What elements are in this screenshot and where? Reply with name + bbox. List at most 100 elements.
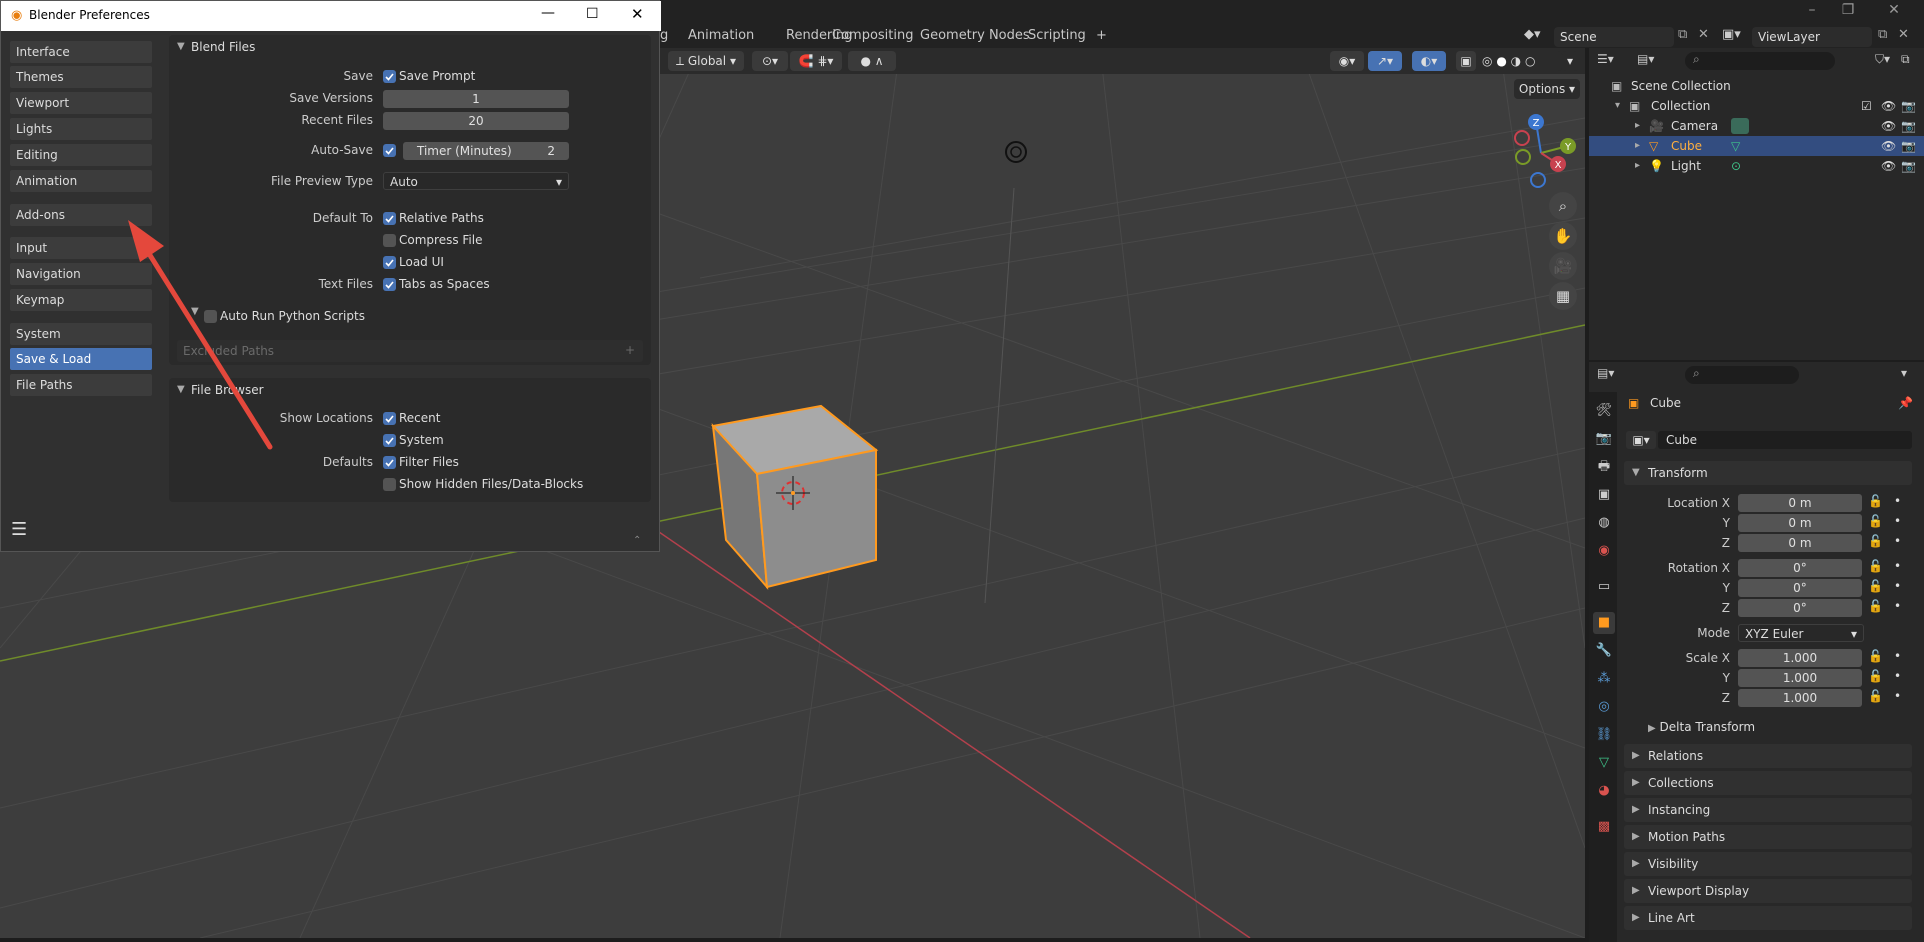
pan-hand-icon[interactable]: ✋ xyxy=(1549,222,1577,250)
wireframe-icon[interactable]: ◎ xyxy=(1482,54,1492,68)
scale-x-field[interactable]: 1.000 xyxy=(1738,649,1862,667)
zoom-icon[interactable]: ⌕ xyxy=(1549,192,1577,220)
render-camera-icon[interactable]: 📷 xyxy=(1901,96,1916,116)
keyframe-dot-icon[interactable]: • xyxy=(1894,579,1901,593)
scene-selector[interactable]: Scene xyxy=(1554,27,1674,47)
tab-animation[interactable]: Animation xyxy=(680,25,762,47)
new-scene-icon[interactable]: ⧉ xyxy=(1678,27,1687,42)
rotation-mode-dropdown[interactable]: XYZ Euler ▾ xyxy=(1738,624,1864,642)
mesh-data-icon[interactable]: ▽ xyxy=(1731,136,1740,156)
xray-icon[interactable]: ▣ xyxy=(1456,51,1476,71)
object-datablock-icon[interactable]: ▣▾ xyxy=(1626,431,1656,449)
delete-scene-icon[interactable]: ✕ xyxy=(1698,27,1709,42)
proportional-edit-icon[interactable]: ● ∧ xyxy=(848,51,896,71)
lock-icon[interactable]: 🔓 xyxy=(1868,649,1883,663)
solid-shading-icon[interactable]: ● xyxy=(1496,54,1506,68)
overlays-icon[interactable]: ◐▾ xyxy=(1412,51,1446,71)
properties-options-icon[interactable]: ▾ xyxy=(1901,366,1907,380)
material-shading-icon[interactable]: ◑ xyxy=(1511,54,1521,68)
tool-tab-icon[interactable]: 🛠 xyxy=(1593,400,1615,422)
data-tab-icon[interactable]: ▽ xyxy=(1593,752,1615,774)
physics-tab-icon[interactable]: ◎ xyxy=(1593,696,1615,718)
output-tab-icon[interactable]: 🖶 xyxy=(1593,456,1615,478)
keyframe-dot-icon[interactable]: • xyxy=(1894,669,1901,683)
exclude-checkbox[interactable]: ☑ xyxy=(1861,96,1872,116)
camera-view-icon[interactable]: 🎥 xyxy=(1549,252,1577,280)
render-camera-icon[interactable]: 📷 xyxy=(1901,156,1916,176)
properties-search-input[interactable]: ⌕ xyxy=(1685,366,1799,384)
keyframe-dot-icon[interactable]: • xyxy=(1894,649,1901,663)
expand-arrow-icon[interactable]: ▸ xyxy=(1635,136,1640,156)
lock-icon[interactable]: 🔓 xyxy=(1868,534,1883,548)
texture-tab-icon[interactable]: ▩ xyxy=(1593,816,1615,838)
eye-icon[interactable]: 👁 xyxy=(1881,156,1896,176)
keyframe-dot-icon[interactable]: • xyxy=(1894,689,1901,703)
render-camera-icon[interactable]: 📷 xyxy=(1901,116,1916,136)
location-z-field[interactable]: 0 m xyxy=(1738,534,1862,552)
display-mode-icon[interactable]: ▤▾ xyxy=(1637,52,1654,66)
shading-options-icon[interactable]: ▾ xyxy=(1562,51,1578,71)
constraints-tab-icon[interactable]: ⛓ xyxy=(1593,724,1615,746)
lock-icon[interactable]: 🔓 xyxy=(1868,559,1883,573)
object-tab-icon[interactable]: ■ xyxy=(1593,612,1615,634)
transform-orientation-dropdown[interactable]: ⟂ Global ▾ xyxy=(668,51,744,71)
lock-icon[interactable]: 🔓 xyxy=(1868,494,1883,508)
scale-y-field[interactable]: 1.000 xyxy=(1738,669,1862,687)
filter-icon[interactable]: ⛉▾ xyxy=(1875,52,1890,67)
outliner-editor-type-icon[interactable]: ☰▾ xyxy=(1597,52,1614,66)
view-layer-icon[interactable]: ▣▾ xyxy=(1722,27,1750,47)
visibility-panel-header[interactable]: ▶ Visibility xyxy=(1624,852,1912,876)
light-data-icon[interactable]: ⊙ xyxy=(1731,156,1741,176)
new-collection-icon[interactable]: ⧉ xyxy=(1901,52,1910,67)
outliner-search-input[interactable]: ⌕ xyxy=(1685,52,1835,70)
scene-tab-icon[interactable]: ◍ xyxy=(1593,512,1615,534)
scene-icon[interactable]: ◆▾ xyxy=(1524,27,1552,47)
modifiers-tab-icon[interactable]: 🔧 xyxy=(1593,640,1615,662)
lock-icon[interactable]: 🔓 xyxy=(1868,579,1883,593)
restore-icon[interactable]: ❐ xyxy=(1826,0,1870,22)
collection-tab-icon[interactable]: ▭ xyxy=(1593,576,1615,598)
lock-icon[interactable]: 🔓 xyxy=(1868,669,1883,683)
pin-icon[interactable]: 📌 xyxy=(1898,396,1913,410)
motion-paths-panel-header[interactable]: ▶ Motion Paths xyxy=(1624,825,1912,849)
outliner-row-light[interactable]: ▸ 💡 Light ⊙ 👁 📷 xyxy=(1589,156,1924,176)
render-camera-icon[interactable]: 📷 xyxy=(1901,136,1916,156)
line-art-panel-header[interactable]: ▶ Line Art xyxy=(1624,906,1912,930)
eye-icon[interactable]: 👁 xyxy=(1881,136,1896,156)
transform-panel-header[interactable]: ▼ Transform xyxy=(1624,461,1912,485)
tab-compositing[interactable]: Compositing xyxy=(824,25,922,47)
new-view-layer-icon[interactable]: ⧉ xyxy=(1878,27,1887,42)
object-name-field[interactable]: Cube xyxy=(1658,431,1912,449)
outliner-row-camera[interactable]: ▸ 🎥 Camera 👁 📷 xyxy=(1589,116,1924,136)
visibility-icon[interactable]: ◉▾ xyxy=(1330,51,1364,71)
outliner-row-collection[interactable]: ▾ ▣ Collection ☑ 👁 📷 xyxy=(1589,96,1924,116)
perspective-grid-icon[interactable]: ▦ xyxy=(1549,282,1577,310)
instancing-panel-header[interactable]: ▶ Instancing xyxy=(1624,798,1912,822)
rotation-y-field[interactable]: 0° xyxy=(1738,579,1862,597)
eye-icon[interactable]: 👁 xyxy=(1881,96,1896,116)
outliner-row-scene-collection[interactable]: ▣ Scene Collection xyxy=(1589,76,1924,96)
keyframe-dot-icon[interactable]: • xyxy=(1894,534,1901,548)
expand-arrow-icon[interactable]: ▸ xyxy=(1635,156,1640,176)
location-x-field[interactable]: 0 m xyxy=(1738,494,1862,512)
render-tab-icon[interactable]: 📷 xyxy=(1593,428,1615,450)
options-button[interactable]: Options ▾ xyxy=(1514,79,1580,99)
lock-icon[interactable]: 🔓 xyxy=(1868,689,1883,703)
camera-data-icon[interactable] xyxy=(1731,118,1749,134)
keyframe-dot-icon[interactable]: • xyxy=(1894,599,1901,613)
rendered-shading-icon[interactable]: ○ xyxy=(1525,54,1535,68)
delta-transform-subpanel[interactable]: ▶ Delta Transform xyxy=(1648,720,1755,734)
particles-tab-icon[interactable]: ⁂ xyxy=(1593,668,1615,690)
expand-arrow-icon[interactable]: ▸ xyxy=(1635,116,1640,136)
material-tab-icon[interactable]: ◕ xyxy=(1593,780,1615,802)
tab-scripting[interactable]: Scripting xyxy=(1020,25,1094,47)
lock-icon[interactable]: 🔓 xyxy=(1868,514,1883,528)
scale-z-field[interactable]: 1.000 xyxy=(1738,689,1862,707)
snap-icon[interactable]: 🧲 ⋕▾ xyxy=(790,51,842,71)
properties-editor-type-icon[interactable]: ▤▾ xyxy=(1597,366,1614,380)
pivot-point-icon[interactable]: ⊙▾ xyxy=(752,51,788,71)
keyframe-dot-icon[interactable]: • xyxy=(1894,559,1901,573)
lock-icon[interactable]: 🔓 xyxy=(1868,599,1883,613)
delete-view-layer-icon[interactable]: ✕ xyxy=(1898,27,1909,42)
world-tab-icon[interactable]: ◉ xyxy=(1593,540,1615,562)
